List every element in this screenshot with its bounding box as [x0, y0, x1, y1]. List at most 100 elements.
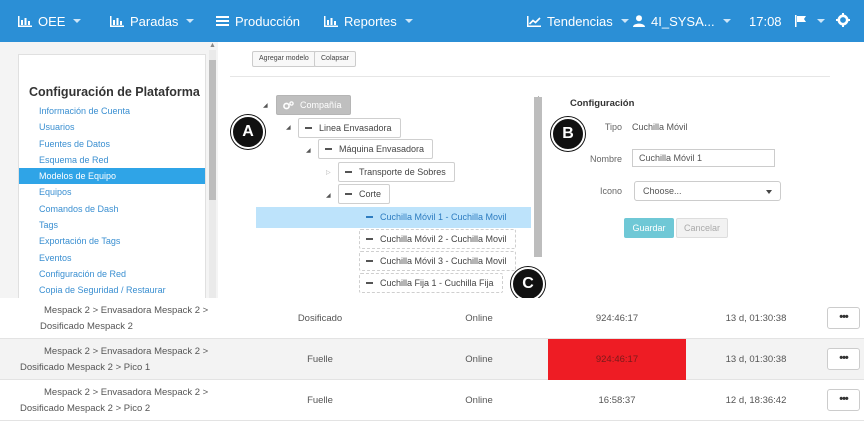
sidebar-item-exportacion-tags[interactable]: Exportación de Tags: [19, 233, 205, 249]
tree-scrollbar[interactable]: [534, 97, 542, 257]
expand-toggle-icon[interactable]: ▷: [326, 169, 331, 176]
nav-user-menu[interactable]: 4I_SYSA...: [633, 0, 731, 42]
nav-reportes[interactable]: Reportes: [324, 0, 413, 42]
row-path-line1: Mespack 2 > Envasadora Mespack 2 >: [44, 387, 209, 398]
main-content: Agregar modelo Colapsar ◢ Compañía ◢ Lin…: [218, 42, 864, 298]
minus-icon: [366, 216, 373, 218]
bar-chart-icon: [110, 15, 124, 27]
chevron-down-icon: [722, 19, 731, 23]
sidebar-item-modelos-equipo[interactable]: Modelos de Equipo: [19, 168, 205, 185]
row-time: 924:46:17: [595, 313, 639, 324]
row-time-alert: 924:46:17: [548, 339, 686, 380]
tree-node-cuchilla-movil-1[interactable]: Cuchilla Móvil 1 - Cuchilla Movil: [359, 207, 516, 227]
more-options-button[interactable]: •••: [827, 307, 860, 329]
sidebar-panel: Configuración de Plataforma Información …: [18, 54, 206, 298]
sidebar-menu: Información de Cuenta Usuarios Fuentes d…: [19, 103, 205, 298]
settings-button[interactable]: [836, 0, 850, 42]
collapse-toggle-icon[interactable]: ◢: [306, 147, 311, 154]
row-type: Fuelle: [307, 354, 333, 365]
sidebar-item-configuracion-red[interactable]: Configuración de Red: [19, 266, 205, 282]
tree-node-label: Linea Envasadora: [319, 123, 392, 133]
tree-node-label: Compañía: [300, 100, 342, 110]
tree-node-label: Corte: [359, 189, 382, 199]
chevron-down-icon: [817, 19, 825, 23]
save-button[interactable]: Guardar: [624, 218, 674, 238]
collapse-toggle-icon[interactable]: ◢: [263, 102, 268, 109]
row-type: Fuelle: [307, 395, 333, 406]
tree-node-cuchilla-movil-3[interactable]: Cuchilla Móvil 3 - Cuchilla Movil: [359, 251, 516, 271]
row-path-line1: Mespack 2 > Envasadora Mespack 2 >: [44, 305, 209, 316]
nav-oee[interactable]: OEE: [18, 0, 82, 42]
more-options-button[interactable]: •••: [827, 348, 860, 370]
collapse-button[interactable]: Colapsar: [314, 51, 357, 67]
nav-paradas[interactable]: Paradas: [110, 0, 195, 42]
icono-label: Icono: [599, 186, 622, 196]
tree-node-compania[interactable]: Compañía: [276, 95, 351, 115]
tipo-value: Cuchilla Móvil: [632, 122, 688, 132]
nav-language[interactable]: [795, 0, 825, 42]
cancel-button[interactable]: Cancelar: [676, 218, 728, 238]
clock-display: 17:08: [749, 0, 782, 42]
tree-node-linea-envasadora[interactable]: Linea Envasadora: [298, 118, 401, 138]
sidebar-item-copia-seguridad[interactable]: Copia de Seguridad / Restaurar: [19, 282, 205, 298]
nombre-input[interactable]: Cuchilla Móvil 1: [632, 149, 775, 167]
collapse-toggle-icon[interactable]: ◢: [326, 192, 331, 199]
minus-icon: [345, 171, 352, 173]
chevron-down-icon: [404, 19, 413, 23]
nav-reportes-label: Reportes: [344, 13, 397, 29]
sidebar-item-usuarios[interactable]: Usuarios: [19, 119, 205, 135]
sidebar-item-eventos[interactable]: Eventos: [19, 250, 205, 266]
tree-node-label: Transporte de Sobres: [359, 167, 446, 177]
row-path-line2: Dosificado Mespack 2: [40, 321, 133, 332]
callout-marker-c: C: [511, 267, 545, 301]
row-duration: 13 d, 01:30:38: [725, 313, 787, 324]
add-model-button[interactable]: Agregar modelo: [252, 51, 316, 67]
sidebar-item-fuentes-datos[interactable]: Fuentes de Datos: [19, 136, 205, 152]
icono-select[interactable]: Choose...: [634, 181, 781, 201]
nav-user-label: 4I_SYSA...: [651, 13, 715, 29]
tree-node-label: Cuchilla Móvil 2 - Cuchilla Movil: [380, 234, 507, 244]
sidebar-scrollbar[interactable]: [209, 50, 216, 298]
tree-node-maquina-envasadora[interactable]: Máquina Envasadora: [318, 139, 434, 159]
row-duration: 13 d, 01:30:38: [725, 354, 787, 365]
top-nav-bar: OEE Paradas Producción Reportes Tendenci…: [0, 0, 864, 42]
minus-icon: [366, 282, 373, 284]
minus-icon: [325, 148, 332, 150]
collapse-toggle-icon[interactable]: ◢: [286, 124, 291, 131]
sidebar-scrollbar-thumb[interactable]: [209, 60, 216, 200]
minus-icon: [366, 238, 373, 240]
sidebar-title: Configuración de Plataforma: [29, 85, 200, 99]
row-status: Online: [465, 395, 493, 406]
row-type: Dosificado: [297, 313, 343, 324]
nav-tendencias[interactable]: Tendencias: [527, 0, 629, 42]
scroll-up-arrow-icon[interactable]: ▲: [209, 42, 216, 49]
settings-sidebar: Configuración de Plataforma Información …: [0, 42, 218, 298]
tree-node-corte[interactable]: Corte: [338, 184, 391, 204]
sidebar-item-informacion-cuenta[interactable]: Información de Cuenta: [19, 103, 205, 119]
sidebar-item-equipos[interactable]: Equipos: [19, 184, 205, 200]
tree-node-transporte-sobres[interactable]: Transporte de Sobres: [338, 162, 455, 182]
table-row[interactable]: Mespack 2 > Envasadora Mespack 2 > Dosif…: [0, 298, 864, 339]
bar-chart-icon: [18, 15, 32, 27]
minus-icon: [305, 127, 312, 129]
sidebar-item-tags[interactable]: Tags: [19, 217, 205, 233]
config-title: Configuración: [570, 98, 635, 109]
row-path-line2: Dosificado Mespack 2 > Pico 1: [20, 362, 151, 373]
nav-tendencias-label: Tendencias: [547, 13, 613, 29]
row-path-line2: Dosificado Mespack 2 > Pico 2: [20, 403, 151, 414]
table-row[interactable]: Mespack 2 > Envasadora Mespack 2 > Dosif…: [0, 380, 864, 421]
minus-icon: [345, 193, 352, 195]
tree-node-cuchilla-movil-2[interactable]: Cuchilla Móvil 2 - Cuchilla Movil: [359, 229, 516, 249]
tree-node-cuchilla-fija-1[interactable]: Cuchilla Fija 1 - Cuchilla Fija: [359, 273, 503, 293]
row-status: Online: [465, 313, 493, 324]
icono-select-value: Choose...: [643, 186, 682, 196]
chevron-down-icon: [186, 19, 195, 23]
sidebar-item-esquema-red[interactable]: Esquema de Red: [19, 152, 205, 168]
row-time: 16:58:37: [598, 395, 636, 406]
sidebar-item-comandos-dash[interactable]: Comandos de Dash: [19, 201, 205, 217]
more-options-button[interactable]: •••: [827, 389, 860, 411]
nav-produccion[interactable]: Producción: [216, 0, 300, 42]
table-row[interactable]: Mespack 2 > Envasadora Mespack 2 > Dosif…: [0, 339, 864, 380]
chevron-down-icon: [620, 19, 629, 23]
gears-icon: [283, 100, 294, 110]
